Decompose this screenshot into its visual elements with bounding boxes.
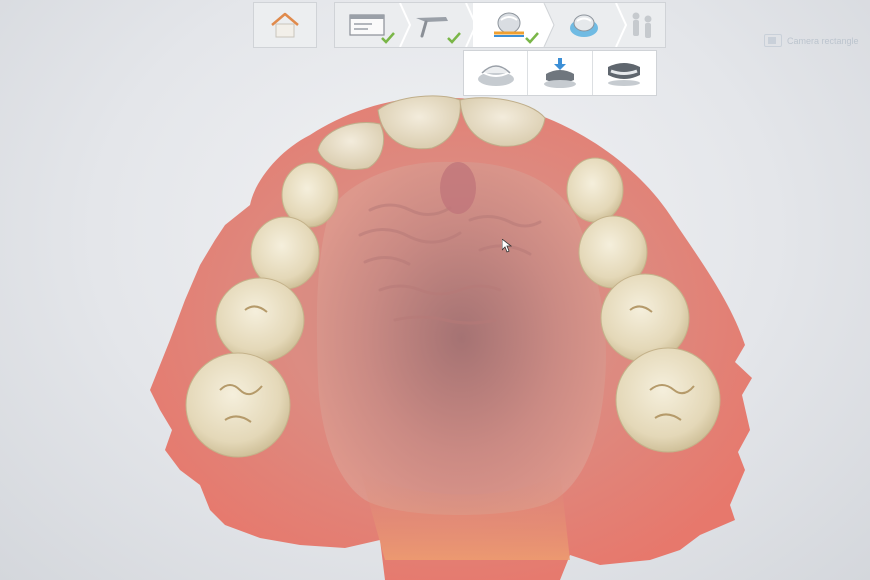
- mouse-cursor-icon: [502, 239, 512, 253]
- incisive-papilla: [440, 162, 476, 214]
- camera-rectangle-label: Camera rectangle: [787, 35, 859, 46]
- people-icon: [632, 12, 652, 38]
- upper-arch-icon: [608, 63, 641, 86]
- home-button[interactable]: [253, 2, 317, 48]
- tooth-premolar-left-2: [215, 277, 305, 363]
- palate: [316, 161, 606, 515]
- jaw-model-icon: [494, 12, 524, 37]
- step-export[interactable]: [619, 3, 665, 47]
- check-icon: [381, 32, 395, 44]
- step-administration[interactable]: [335, 3, 401, 47]
- tooth-molar-left-1: [185, 352, 291, 458]
- bite-alignment-icon: [543, 58, 576, 88]
- home-icon: [271, 12, 299, 38]
- camera-icon: [764, 34, 782, 47]
- substep-upper-view[interactable]: [593, 51, 656, 95]
- upper-jaw-scan-model[interactable]: [0, 0, 870, 580]
- substep-occlusion-view[interactable]: [528, 51, 593, 95]
- step-design[interactable]: [551, 3, 617, 47]
- camera-rectangle-hint[interactable]: Camera rectangle: [764, 34, 859, 47]
- check-icon: [447, 32, 461, 44]
- tooth-molar-right-1: [615, 347, 721, 453]
- tooth-canine-right: [566, 157, 624, 223]
- step-scan[interactable]: [401, 3, 467, 47]
- step-model[interactable]: [473, 3, 545, 47]
- substep-arch-view[interactable]: [464, 51, 529, 95]
- model-substeps-panel: [463, 50, 657, 96]
- workflow-steps: [334, 2, 666, 48]
- check-icon: [525, 32, 539, 44]
- lower-arch-icon: [477, 65, 514, 86]
- restoration-design-icon: [570, 14, 598, 37]
